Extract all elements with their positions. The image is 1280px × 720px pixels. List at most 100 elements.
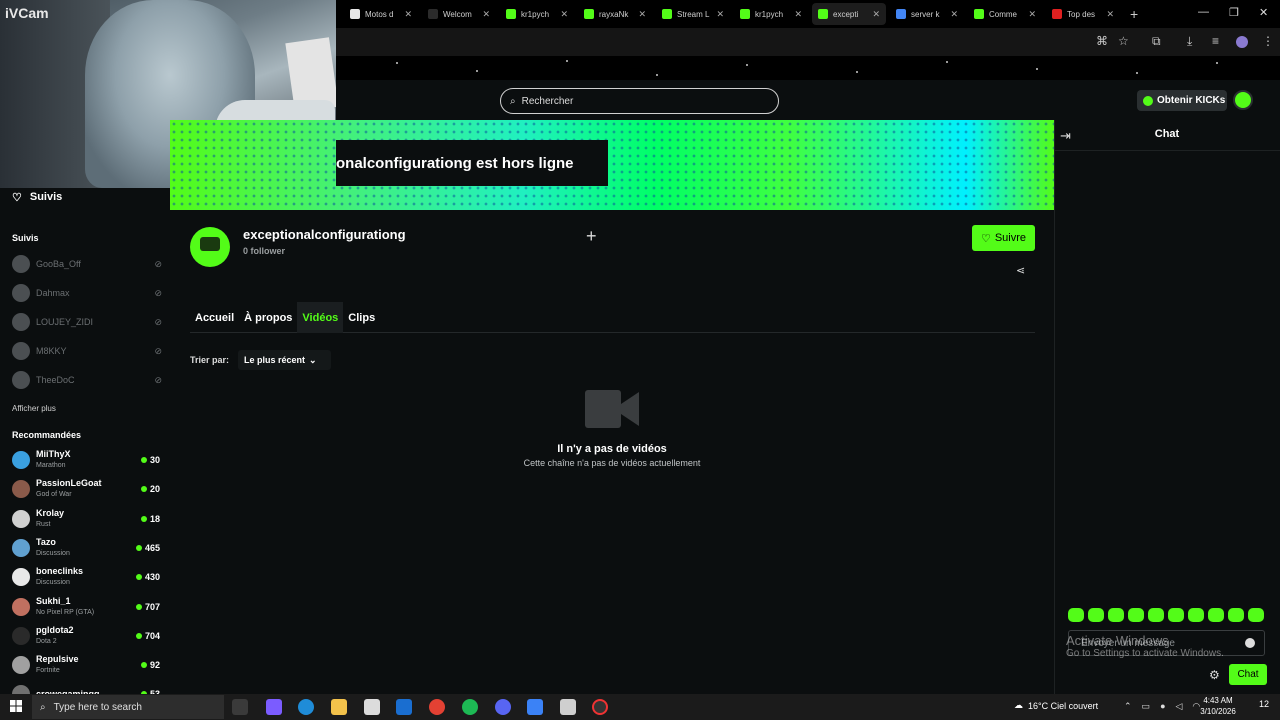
recommended-channel-item[interactable]: PassionLeGoat God of War 20 <box>12 476 160 502</box>
followed-channel-item[interactable]: LOUJEY_ZIDI ⊘ <box>12 312 162 332</box>
close-tab-icon[interactable]: ✕ <box>560 9 568 20</box>
sort-dropdown[interactable]: Le plus récent ⌄ <box>238 350 331 370</box>
recommended-channel-item[interactable]: Repulsive Fortnite 92 <box>12 652 160 678</box>
menu-icon[interactable]: ⋮ <box>1262 34 1274 48</box>
share-icon[interactable]: ⋖ <box>1016 264 1025 277</box>
follow-button[interactable]: ♡ Suivre <box>972 225 1035 251</box>
browser-tab[interactable]: Motos d ✕ <box>344 3 418 25</box>
close-tab-icon[interactable]: ✕ <box>716 9 724 20</box>
emote-icon[interactable] <box>1088 608 1104 622</box>
close-tab-icon[interactable]: ✕ <box>872 9 880 20</box>
maximize-icon[interactable]: ❐ <box>1229 6 1239 19</box>
show-more-link[interactable]: Afficher plus <box>12 404 56 413</box>
copilot-icon[interactable] <box>266 699 282 715</box>
task-view-icon[interactable] <box>232 699 248 715</box>
channel-avatar <box>12 538 30 557</box>
recommended-channel-item[interactable]: pgldota2 Dota 2 704 <box>12 623 160 649</box>
webcam-label: iVCam <box>5 5 49 21</box>
emote-icon[interactable] <box>1208 608 1224 622</box>
followed-channel-item[interactable]: Dahmax ⊘ <box>12 283 162 303</box>
browser-tab[interactable]: Comme ✕ <box>968 3 1042 25</box>
new-tab-icon[interactable]: + <box>1130 6 1138 22</box>
emote-icon[interactable] <box>1228 608 1244 622</box>
translate-icon[interactable]: ⌘ <box>1096 34 1108 48</box>
sidebar-followed-label: Suivis <box>29 191 63 203</box>
browser-tab[interactable]: Stream L ✕ <box>656 3 730 25</box>
emote-icon[interactable] <box>1108 608 1124 622</box>
notification-center[interactable]: 12 <box>1252 699 1276 709</box>
minimize-icon[interactable]: — <box>1198 6 1209 18</box>
followed-channel-item[interactable]: M8KKY ⊘ <box>12 341 162 361</box>
file-explorer-icon[interactable] <box>331 699 347 715</box>
followed-channel-name: GooBa_Off <box>36 259 81 269</box>
emote-icon[interactable] <box>1128 608 1144 622</box>
app-icon[interactable] <box>560 699 576 715</box>
browser-tab[interactable]: server k ✕ <box>890 3 964 25</box>
live-dot-icon <box>140 486 147 493</box>
browser-tab[interactable]: excepti ✕ <box>812 3 886 25</box>
edge-icon[interactable] <box>298 699 314 715</box>
recommended-channel-item[interactable]: boneclinks Discussion 430 <box>12 564 160 590</box>
followed-channel-item[interactable]: TheeDoC ⊘ <box>12 370 162 390</box>
channel-avatar <box>12 284 30 302</box>
close-tab-icon[interactable]: ✕ <box>482 9 490 20</box>
obs-icon[interactable] <box>592 699 608 715</box>
channel-name: exceptionalconfigurationg <box>243 227 406 242</box>
extensions-icon[interactable]: ⧉ <box>1152 34 1161 49</box>
download-icon[interactable]: ⤓ <box>1187 34 1192 49</box>
close-tab-icon[interactable]: ✕ <box>1028 9 1036 20</box>
close-tab-icon[interactable]: ✕ <box>638 9 646 20</box>
taskbar-clock[interactable]: 4:43 AM 3/10/2026 <box>1198 695 1238 717</box>
user-avatar[interactable] <box>1233 90 1253 110</box>
spotify-icon[interactable] <box>462 699 478 715</box>
star-icon[interactable]: ☆ <box>1118 34 1129 48</box>
windows-start-icon[interactable] <box>10 700 22 712</box>
browser-tab[interactable]: Top des ✕ <box>1046 3 1120 25</box>
browser-tab-label: rayxaNk <box>599 9 629 19</box>
tab-about[interactable]: À propos <box>239 302 297 333</box>
search-input[interactable]: ⌕ Rechercher <box>500 88 779 114</box>
recommended-channel-item[interactable]: Sukhi_1 No Pixel RP (GTA) 707 <box>12 594 160 620</box>
emote-icon[interactable] <box>1148 608 1164 622</box>
reading-list-icon[interactable]: ≡ <box>1212 34 1219 48</box>
emote-icon[interactable] <box>1168 608 1184 622</box>
browser-tab[interactable]: Welcom ✕ <box>422 3 496 25</box>
discord-icon[interactable] <box>495 699 511 715</box>
close-tab-icon[interactable]: ✕ <box>404 9 412 20</box>
browser-tab[interactable]: kr1pych ✕ <box>734 3 808 25</box>
tab-home[interactable]: Accueil <box>190 302 239 333</box>
emote-icon[interactable] <box>1188 608 1204 622</box>
get-kicks-button[interactable]: Obtenir KICKs <box>1137 90 1227 111</box>
chrome-icon[interactable] <box>429 699 445 715</box>
recommended-channel-item[interactable]: MiiThyX Marathon 30 <box>12 447 160 473</box>
mail-icon[interactable] <box>396 699 412 715</box>
windows-watermark-subtitle: Go to Settings to activate Windows. <box>1066 648 1224 659</box>
emote-icon[interactable] <box>1248 608 1264 622</box>
sidebar-followed-link[interactable]: ♡ Suivis <box>12 189 62 205</box>
send-chat-button[interactable]: Chat <box>1229 664 1267 685</box>
add-icon[interactable]: + <box>586 226 597 247</box>
close-tab-icon[interactable]: ✕ <box>1106 9 1114 20</box>
taskbar-search-input[interactable]: ⌕ Type here to search <box>32 695 224 719</box>
live-dot-icon <box>140 457 147 463</box>
profile-icon[interactable] <box>1236 36 1248 48</box>
tab-clips[interactable]: Clips <box>343 302 380 333</box>
tab-videos[interactable]: Vidéos <box>297 302 344 333</box>
close-tab-icon[interactable]: ✕ <box>794 9 802 20</box>
browser-tab[interactable]: kr1pych ✕ <box>500 3 574 25</box>
app-icon[interactable] <box>527 699 543 715</box>
channel-avatar[interactable] <box>190 227 230 267</box>
weather-widget[interactable]: ☁ 16°C Ciel couvert <box>1014 700 1098 711</box>
emoji-icon[interactable] <box>1245 638 1255 648</box>
close-tab-icon[interactable]: ✕ <box>950 9 958 20</box>
followed-channel-item[interactable]: GooBa_Off ⊘ <box>12 254 162 274</box>
emote-icon[interactable] <box>1068 608 1084 622</box>
recommended-channel-item[interactable]: Tazo Discussion 465 <box>12 535 160 561</box>
close-window-icon[interactable]: ✕ <box>1259 6 1268 19</box>
system-tray[interactable]: ⌃ ▭ ● ◁ ◠ <box>1124 701 1200 712</box>
recommended-channel-name: PassionLeGoat <box>36 478 102 489</box>
recommended-channel-item[interactable]: Krolay Rust 18 <box>12 506 160 532</box>
gear-icon[interactable]: ⚙ <box>1209 668 1220 682</box>
store-icon[interactable] <box>364 699 380 715</box>
browser-tab[interactable]: rayxaNk ✕ <box>578 3 652 25</box>
